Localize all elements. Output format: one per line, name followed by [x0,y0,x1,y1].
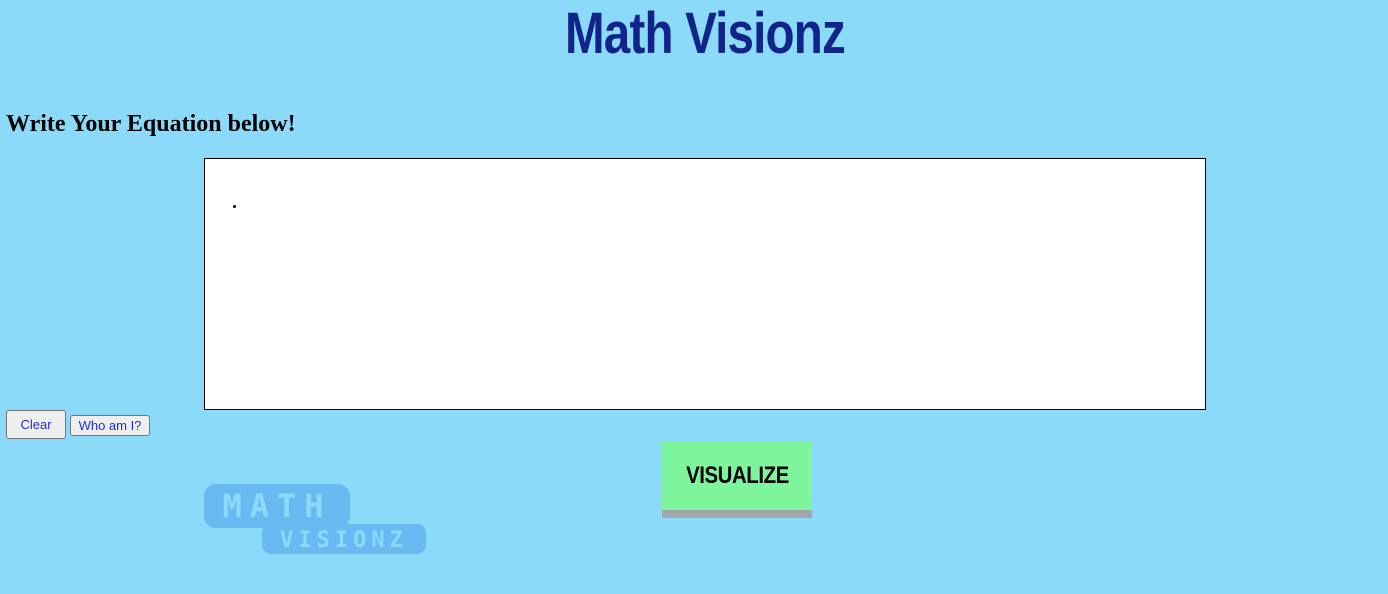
visualize-button-label: VISUALIZE [685,462,789,489]
equation-drawing-canvas[interactable] [204,158,1206,410]
math-visionz-logo: MATH VISIONZ [204,484,426,554]
app-title: Math Visionz [565,1,846,66]
logo-line2: VISIONZ [280,528,408,553]
who-am-i-button[interactable]: Who am I? [70,415,150,436]
clear-button[interactable]: Clear [6,410,66,439]
ink-dot [233,205,236,208]
visualize-button[interactable]: VISUALIZE [662,442,812,518]
instruction-heading: Write Your Equation below! [6,111,296,137]
logo-line1: MATH [222,487,331,525]
